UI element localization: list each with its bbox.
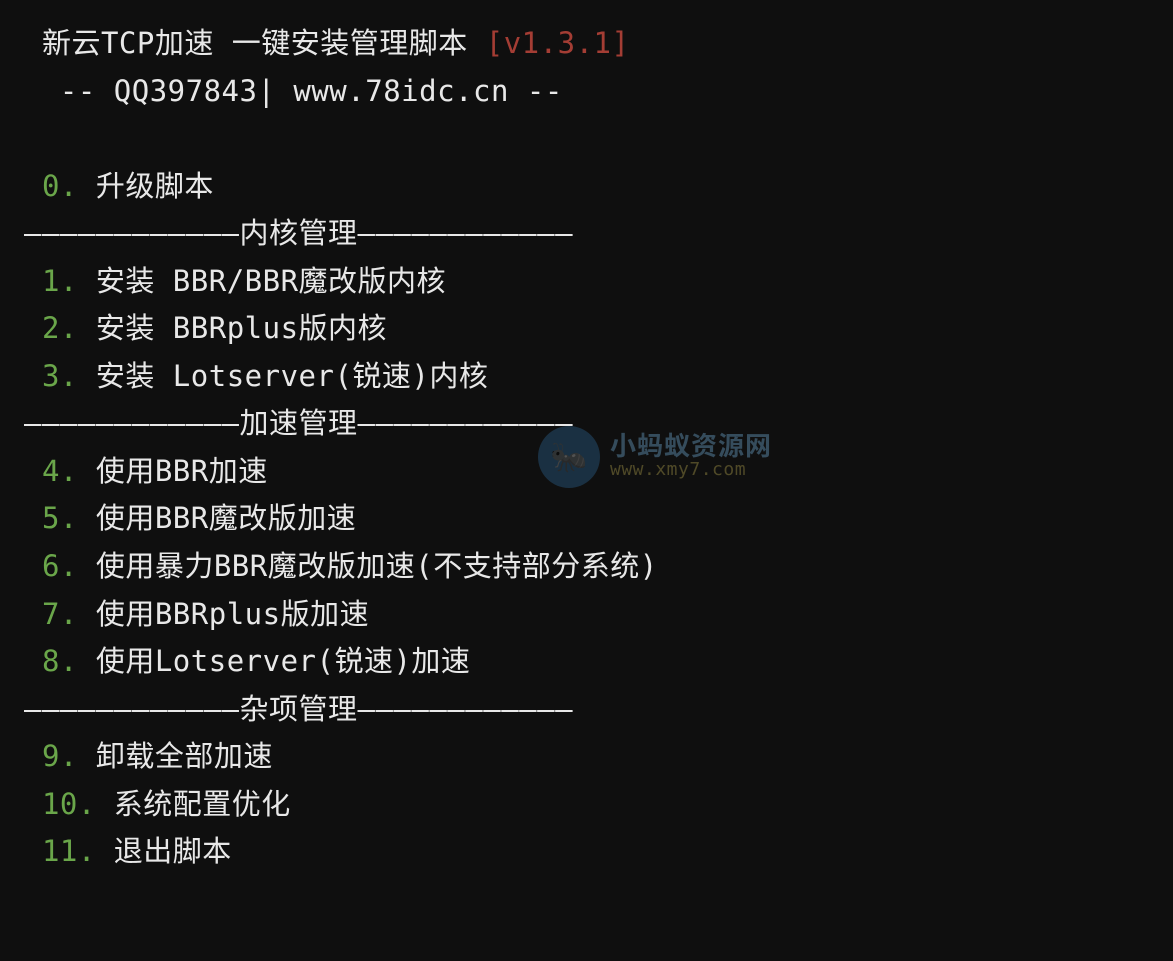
script-title: 新云TCP加速 一键安装管理脚本 [24, 26, 486, 60]
menu-item-2-text: 安装 BBRplus版内核 [78, 311, 387, 345]
version-tag: [v1.3.1] [486, 26, 630, 60]
misc-separator: ————————————杂项管理———————————— [24, 692, 573, 726]
terminal-output: 新云TCP加速 一键安装管理脚本 [v1.3.1] -- QQ397843| w… [0, 0, 1173, 896]
menu-item-5-text: 使用BBR魔改版加速 [78, 501, 356, 535]
menu-item-4-text: 使用BBR加速 [78, 454, 268, 488]
menu-item-9-text: 卸载全部加速 [78, 739, 273, 773]
menu-item-1-text: 安装 BBR/BBR魔改版内核 [78, 264, 446, 298]
menu-item-0-number: 0. [24, 169, 78, 203]
menu-item-6-number: 6. [24, 549, 78, 583]
menu-item-4-number: 4. [24, 454, 78, 488]
menu-item-11-number: 11. [24, 834, 96, 868]
menu-item-0-text: 升级脚本 [78, 169, 214, 203]
menu-item-6-text: 使用暴力BBR魔改版加速(不支持部分系统) [78, 549, 658, 583]
menu-item-8-number: 8. [24, 644, 78, 678]
menu-item-3-number: 3. [24, 359, 78, 393]
menu-item-8-text: 使用Lotserver(锐速)加速 [78, 644, 471, 678]
author-line: -- QQ397843| www.78idc.cn -- [24, 74, 563, 108]
kernel-separator: ————————————内核管理———————————— [24, 216, 573, 250]
menu-item-10-text: 系统配置优化 [96, 787, 291, 821]
menu-item-3-text: 安装 Lotserver(锐速)内核 [78, 359, 488, 393]
menu-item-7-number: 7. [24, 597, 78, 631]
menu-item-9-number: 9. [24, 739, 78, 773]
menu-item-2-number: 2. [24, 311, 78, 345]
menu-item-7-text: 使用BBRplus版加速 [78, 597, 369, 631]
accel-separator: ————————————加速管理———————————— [24, 406, 573, 440]
menu-item-10-number: 10. [24, 787, 96, 821]
menu-item-5-number: 5. [24, 501, 78, 535]
menu-item-11-text: 退出脚本 [96, 834, 232, 868]
menu-item-1-number: 1. [24, 264, 78, 298]
